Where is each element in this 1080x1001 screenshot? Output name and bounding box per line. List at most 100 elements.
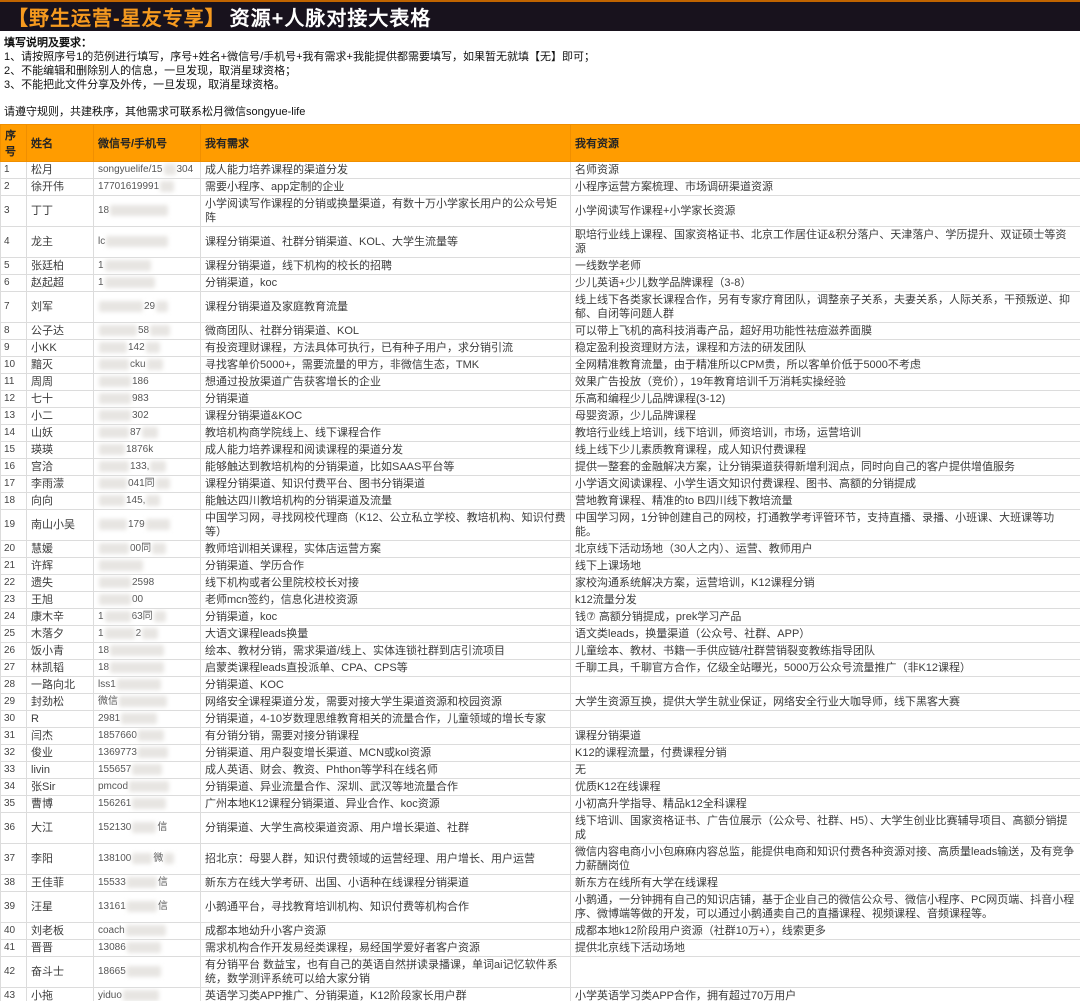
- cell-resource[interactable]: 钱⑦ 高额分销提成，prek学习产品: [570, 608, 1080, 626]
- cell-resource[interactable]: K12的课程流量，付费课程分销: [570, 744, 1080, 762]
- cell-index[interactable]: 33: [0, 761, 27, 779]
- cell-phone[interactable]: 983: [93, 390, 201, 408]
- cell-need[interactable]: 广州本地K12课程分销渠道、异业合作、koc资源: [200, 795, 571, 813]
- cell-need[interactable]: 成都本地幼升小客户资源: [200, 922, 571, 940]
- cell-index[interactable]: 15: [0, 441, 27, 459]
- cell-phone[interactable]: 58: [93, 322, 201, 340]
- cell-index[interactable]: 8: [0, 322, 27, 340]
- cell-index[interactable]: 16: [0, 458, 27, 476]
- cell-phone[interactable]: 138100 微: [93, 843, 201, 875]
- cell-phone[interactable]: 18665: [93, 956, 201, 988]
- cell-name[interactable]: 小拖: [26, 987, 94, 1001]
- cell-phone[interactable]: 18: [93, 642, 201, 660]
- cell-index[interactable]: 9: [0, 339, 27, 357]
- cell-name[interactable]: 奋斗士: [26, 956, 94, 988]
- cell-need[interactable]: 分销渠道、用户裂变增长渠道、MCN或kol资源: [200, 744, 571, 762]
- cell-need[interactable]: 启蒙类课程leads直投派单、CPA、CPS等: [200, 659, 571, 677]
- cell-need[interactable]: 小鹅通平台，寻找教育培训机构、知识付费等机构合作: [200, 891, 571, 923]
- cell-phone[interactable]: 179: [93, 509, 201, 541]
- cell-resource[interactable]: 小鹅通，一分钟拥有自己的知识店铺，基于企业自己的微信公众号、微信小程序、PC网页…: [570, 891, 1080, 923]
- cell-need[interactable]: 有分销平台 数益宝，也有自己的英语自然拼读录播课，单词ai记忆软件系统，数学测评…: [200, 956, 571, 988]
- cell-resource[interactable]: 提供一整套的金融解决方案，让分销渠道获得新增利润点，同时向自己的客户提供增值服务: [570, 458, 1080, 476]
- cell-index[interactable]: 40: [0, 922, 27, 940]
- cell-phone[interactable]: 00同: [93, 540, 201, 558]
- cell-resource[interactable]: 小初高升学指导、精品k12全科课程: [570, 795, 1080, 813]
- cell-need[interactable]: 课程分销渠道及家庭教育流量: [200, 291, 571, 323]
- cell-index[interactable]: 14: [0, 424, 27, 442]
- cell-name[interactable]: 山妖: [26, 424, 94, 442]
- cell-index[interactable]: 38: [0, 874, 27, 892]
- cell-need[interactable]: 教师培训相关课程，实体店运营方案: [200, 540, 571, 558]
- cell-need[interactable]: 分销渠道、大学生高校渠道资源、用户增长渠道、社群: [200, 812, 571, 844]
- column-header-4[interactable]: 我有资源: [570, 124, 1080, 162]
- cell-name[interactable]: 俊业: [26, 744, 94, 762]
- cell-index[interactable]: 29: [0, 693, 27, 711]
- cell-phone[interactable]: lc: [93, 226, 201, 258]
- cell-phone[interactable]: 1: [93, 274, 201, 292]
- cell-index[interactable]: 22: [0, 574, 27, 592]
- cell-phone[interactable]: 微信: [93, 693, 201, 711]
- cell-name[interactable]: 张廷柏: [26, 257, 94, 275]
- cell-resource[interactable]: 微信内容电商小小包麻麻内容总监，能提供电商和知识付费各种资源对接、高质量lead…: [570, 843, 1080, 875]
- cell-resource[interactable]: 效果广告投放（竞价），19年教育培训千万消耗实操经验: [570, 373, 1080, 391]
- cell-index[interactable]: 5: [0, 257, 27, 275]
- cell-name[interactable]: 张Sir: [26, 778, 94, 796]
- cell-name[interactable]: 饭小青: [26, 642, 94, 660]
- cell-need[interactable]: 线下机构或者公里院校校长对接: [200, 574, 571, 592]
- cell-phone[interactable]: 1857660: [93, 727, 201, 745]
- cell-resource[interactable]: 无: [570, 761, 1080, 779]
- cell-name[interactable]: 木落夕: [26, 625, 94, 643]
- cell-need[interactable]: 网络安全课程渠道分发，需要对接大学生渠道资源和校园资源: [200, 693, 571, 711]
- cell-name[interactable]: 小二: [26, 407, 94, 425]
- cell-resource[interactable]: 儿童绘本、教材、书籍一手供应链/社群营销裂变教练指导团队: [570, 642, 1080, 660]
- cell-resource[interactable]: 语文类leads，换量渠道（公众号、社群、APP）: [570, 625, 1080, 643]
- cell-need[interactable]: 成人能力培养课程的渠道分发: [200, 161, 571, 179]
- cell-resource[interactable]: 提供北京线下活动场地: [570, 939, 1080, 957]
- cell-need[interactable]: 分销渠道、异业流量合作、深圳、武汉等地流量合作: [200, 778, 571, 796]
- cell-index[interactable]: 7: [0, 291, 27, 323]
- cell-index[interactable]: 19: [0, 509, 27, 541]
- cell-need[interactable]: 教培机构商学院线上、线下课程合作: [200, 424, 571, 442]
- cell-name[interactable]: 瑛瑛: [26, 441, 94, 459]
- cell-need[interactable]: 新东方在线大学考研、出国、小语种在线课程分销渠道: [200, 874, 571, 892]
- cell-name[interactable]: 一路向北: [26, 676, 94, 694]
- cell-name[interactable]: 刘军: [26, 291, 94, 323]
- cell-index[interactable]: 37: [0, 843, 27, 875]
- cell-name[interactable]: 松月: [26, 161, 94, 179]
- cell-phone[interactable]: 13086: [93, 939, 201, 957]
- cell-phone[interactable]: coach: [93, 922, 201, 940]
- cell-need[interactable]: 英语学习类APP推广、分销渠道，K12阶段家长用户群: [200, 987, 571, 1001]
- cell-need[interactable]: 需要小程序、app定制的企业: [200, 178, 571, 196]
- cell-need[interactable]: 微商团队、社群分销渠道、KOL: [200, 322, 571, 340]
- cell-phone[interactable]: 12: [93, 625, 201, 643]
- cell-name[interactable]: 向向: [26, 492, 94, 510]
- cell-need[interactable]: 课程分销渠道、社群分销渠道、KOL、大学生流量等: [200, 226, 571, 258]
- cell-resource[interactable]: 母婴资源，少儿品牌课程: [570, 407, 1080, 425]
- cell-need[interactable]: 有分销分销，需要对接分销课程: [200, 727, 571, 745]
- column-header-3[interactable]: 我有需求: [200, 124, 571, 162]
- cell-index[interactable]: 39: [0, 891, 27, 923]
- cell-name[interactable]: 大江: [26, 812, 94, 844]
- cell-name[interactable]: 黯灭: [26, 356, 94, 374]
- cell-resource[interactable]: 小学语文阅读课程、小学生语文知识付费课程、图书、高额的分销提成: [570, 475, 1080, 493]
- cell-phone[interactable]: 1 63同: [93, 608, 201, 626]
- cell-phone[interactable]: 1876k: [93, 441, 201, 459]
- cell-need[interactable]: 招北京：母婴人群，知识付费领域的运营经理、用户增长、用户运营: [200, 843, 571, 875]
- cell-name[interactable]: livin: [26, 761, 94, 779]
- cell-resource[interactable]: 稳定盈利投资理财方法，课程和方法的研发团队: [570, 339, 1080, 357]
- cell-phone[interactable]: 00: [93, 591, 201, 609]
- cell-resource[interactable]: 全网精准教育流量，由于精准所以CPM贵，所以客单价低于5000不考虑: [570, 356, 1080, 374]
- cell-resource[interactable]: [570, 956, 1080, 988]
- cell-need[interactable]: 分销渠道、KOC: [200, 676, 571, 694]
- cell-name[interactable]: 闫杰: [26, 727, 94, 745]
- cell-phone[interactable]: [93, 557, 201, 575]
- cell-index[interactable]: 31: [0, 727, 27, 745]
- cell-resource[interactable]: 一线数学老师: [570, 257, 1080, 275]
- cell-resource[interactable]: 成都本地k12阶段用户资源（社群10万+），线索更多: [570, 922, 1080, 940]
- cell-resource[interactable]: 家校沟通系统解决方案，运营培训，K12课程分销: [570, 574, 1080, 592]
- cell-resource[interactable]: [570, 710, 1080, 728]
- cell-resource[interactable]: 线上线下各类家长课程合作，另有专家疗育团队，调整亲子关系，夫妻关系，人际关系，干…: [570, 291, 1080, 323]
- cell-name[interactable]: 赵起超: [26, 274, 94, 292]
- cell-index[interactable]: 36: [0, 812, 27, 844]
- cell-resource[interactable]: 优质K12在线课程: [570, 778, 1080, 796]
